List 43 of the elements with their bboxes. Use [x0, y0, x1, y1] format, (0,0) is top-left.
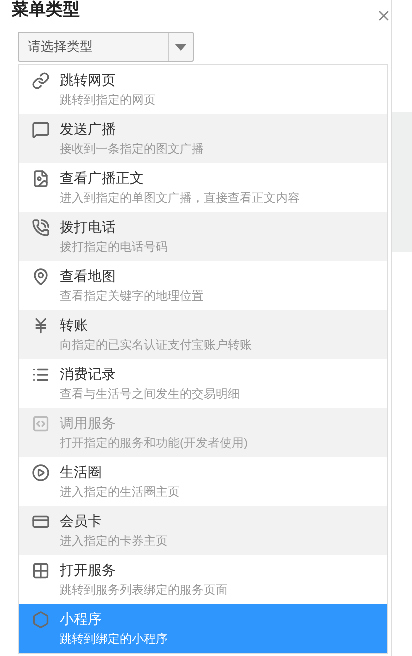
option-description: 查看指定关键字的地理位置	[60, 288, 204, 304]
option-title: 打开服务	[60, 561, 117, 579]
option-title: 调用服务	[60, 414, 117, 432]
link-icon	[32, 72, 50, 90]
list-icon	[32, 366, 50, 384]
hexagon-icon	[32, 611, 50, 629]
option-description: 拨打指定的电话号码	[60, 239, 168, 255]
option-description: 跳转到绑定的小程序	[60, 631, 168, 647]
dropdown-caret-icon	[175, 44, 187, 50]
dropdown-option[interactable]: 转账 向指定的已实名认证支付宝账户转账	[19, 310, 387, 359]
option-description: 进入指定的卡券主页	[60, 533, 168, 549]
option-title: 查看地图	[60, 267, 117, 285]
card-icon	[32, 513, 50, 531]
option-description: 接收到一条指定的图文广播	[60, 141, 204, 157]
code-icon	[32, 415, 50, 433]
option-description: 进入到指定的单图文广播，直接查看正文内容	[60, 190, 300, 206]
dropdown-option[interactable]: 会员卡 进入指定的卡券主页	[19, 506, 387, 555]
select-placeholder: 请选择类型	[27, 38, 94, 56]
dropdown-option[interactable]: 拨打电话 拨打指定的电话号码	[19, 212, 387, 261]
chat-bubble-icon	[32, 121, 50, 139]
grid-icon	[32, 562, 50, 580]
type-select[interactable]: 请选择类型	[18, 32, 194, 62]
phone-icon	[32, 219, 50, 237]
option-description: 向指定的已实名认证支付宝账户转账	[60, 337, 252, 353]
dropdown-option[interactable]: 发送广播 接收到一条指定的图文广播	[19, 114, 387, 163]
option-title: 会员卡	[60, 512, 103, 530]
option-title: 拨打电话	[60, 218, 117, 236]
option-title: 发送广播	[60, 120, 117, 138]
dialog-title: 菜单类型	[12, 0, 80, 20]
option-description: 打开指定的服务和功能(开发者使用)	[60, 435, 248, 451]
option-description: 进入指定的生活圈主页	[60, 484, 180, 500]
option-description: 跳转到服务列表绑定的服务页面	[60, 582, 228, 598]
option-title: 小程序	[60, 610, 103, 628]
option-title: 消费记录	[60, 365, 117, 383]
map-pin-icon	[32, 268, 50, 286]
option-description: 查看与生活号之间发生的交易明细	[60, 386, 240, 402]
option-title: 查看广播正文	[60, 169, 145, 187]
option-title: 转账	[60, 316, 89, 334]
option-description: 跳转到指定的网页	[60, 92, 156, 108]
option-title: 生活圈	[60, 463, 103, 481]
play-circle-icon	[32, 464, 50, 482]
image-document-icon	[32, 170, 50, 188]
option-title: 跳转网页	[60, 71, 117, 89]
